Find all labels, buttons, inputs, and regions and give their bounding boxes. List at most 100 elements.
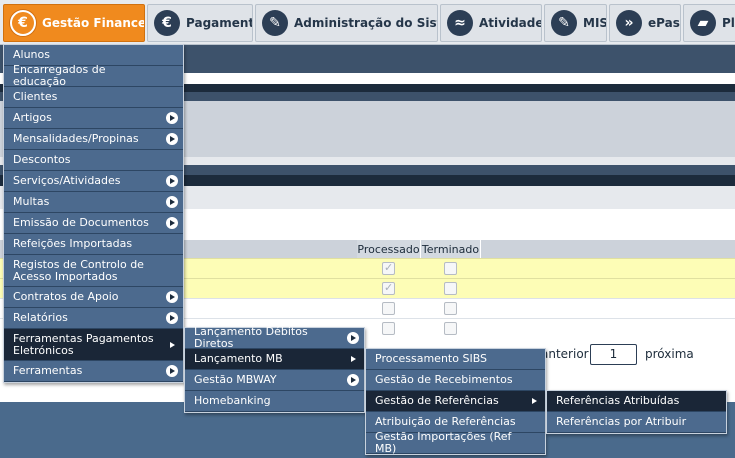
- page-number-input[interactable]: 1: [590, 344, 637, 365]
- menu-item-referencias-por-atribuir[interactable]: Referências por Atribuir: [547, 412, 726, 433]
- menu-item-label: Gestão de Referências: [375, 394, 499, 407]
- menu-item-label: Processamento SIBS: [375, 352, 488, 365]
- submenu-arrow-icon: [166, 175, 178, 187]
- tab-administracao[interactable]: ✎ Administração do Sistema: [255, 4, 438, 42]
- terminado-checkbox: [444, 262, 457, 275]
- submenu-arrow-icon: [166, 365, 178, 377]
- tab-label: MISI: [583, 16, 606, 30]
- menu-item-debitos-diretos[interactable]: Lançamento Débitos Diretos: [185, 325, 364, 350]
- terminado-checkbox: [444, 322, 457, 335]
- menu-item-label: Gestão Importações (Ref MB): [375, 430, 512, 455]
- menu-item-registos-controlo[interactable]: Registos de Controlo de Acesso Importado…: [4, 255, 183, 287]
- menu-item-emissao-documentos[interactable]: Emissão de Documentos: [4, 213, 183, 234]
- top-navigation: € Gestão Financeira € Pagamentos ✎ Admin…: [0, 0, 735, 45]
- menu-item-gestao-importacoes[interactable]: Gestão Importações (Ref MB): [366, 430, 545, 455]
- tab-atividades[interactable]: ≈ Atividades: [440, 4, 542, 42]
- gestao-financeira-menu: Alunos Encarregados de educação Clientes…: [3, 44, 184, 383]
- menu-item-label: Emissão de Documentos: [13, 216, 149, 229]
- menu-item-homebanking[interactable]: Homebanking: [185, 391, 364, 412]
- menu-item-relatorios[interactable]: Relatórios: [4, 308, 183, 329]
- admin-icon: ✎: [551, 10, 577, 36]
- pager-next-link[interactable]: próxima: [645, 347, 694, 361]
- menu-item-label: Alunos: [13, 48, 50, 61]
- menu-item-encarregados[interactable]: Encarregados de educação: [4, 63, 183, 88]
- pager-previous-link[interactable]: anterior: [541, 347, 589, 361]
- menu-item-label: Registos de Controlo de Acesso Importado…: [13, 257, 144, 283]
- menu-item-label: Referências por Atribuir: [556, 415, 687, 428]
- menu-item-multas[interactable]: Multas: [4, 192, 183, 213]
- tab-planos[interactable]: ▰ Pla: [683, 4, 735, 42]
- gestao-referencias-submenu: Referências Atribuídas Referências por A…: [546, 390, 727, 434]
- epass-icon: »: [616, 10, 642, 36]
- menu-item-label: Mensalidades/Propinas: [13, 132, 139, 145]
- menu-item-label: Lançamento Débitos Diretos: [194, 325, 308, 350]
- book-icon: ▰: [690, 10, 716, 36]
- menu-item-label: Ferramentas Pagamentos Eletrónicos: [13, 331, 154, 357]
- submenu-arrow-icon: [166, 217, 178, 229]
- tab-epass[interactable]: » ePass: [609, 4, 681, 42]
- submenu-arrow-icon: [347, 332, 359, 344]
- euro-icon: €: [10, 10, 36, 36]
- menu-item-label: Multas: [13, 195, 50, 208]
- menu-item-mensalidades[interactable]: Mensalidades/Propinas: [4, 129, 183, 150]
- tab-label: Pla: [722, 16, 735, 30]
- menu-item-label: Homebanking: [194, 394, 271, 407]
- processado-checkbox: [382, 322, 395, 335]
- submenu-arrow-icon: [347, 353, 359, 365]
- menu-item-referencias-atribuidas[interactable]: Referências Atribuídas: [547, 391, 726, 412]
- terminado-checkbox: [444, 282, 457, 295]
- menu-item-refeicoes[interactable]: Refeições Importadas: [4, 234, 183, 255]
- processado-checkbox: [382, 302, 395, 315]
- submenu-arrow-icon: [166, 133, 178, 145]
- menu-item-label: Refeições Importadas: [13, 237, 133, 250]
- submenu-arrow-icon: [166, 339, 178, 351]
- tab-misi[interactable]: ✎ MISI: [544, 4, 607, 42]
- menu-item-label: Referências Atribuídas: [556, 394, 680, 407]
- menu-item-artigos[interactable]: Artigos: [4, 108, 183, 129]
- menu-item-ferramentas-pagamentos[interactable]: Ferramentas Pagamentos Eletrónicos: [4, 329, 183, 361]
- submenu-arrow-icon: [528, 395, 540, 407]
- processado-checkbox: [382, 261, 395, 275]
- tab-label: ePass: [648, 16, 680, 30]
- menu-item-ferramentas[interactable]: Ferramentas: [4, 361, 183, 382]
- tab-label: Pagamentos: [186, 16, 252, 30]
- menu-item-label: Ferramentas: [13, 364, 83, 377]
- menu-item-label: Serviços/Atividades: [13, 174, 121, 187]
- menu-item-processamento-sibs[interactable]: Processamento SIBS: [366, 349, 545, 370]
- column-header-processado[interactable]: Processado: [357, 240, 421, 258]
- menu-item-clientes[interactable]: Clientes: [4, 87, 183, 108]
- admin-icon: ✎: [262, 10, 288, 36]
- menu-item-gestao-mbway[interactable]: Gestão MBWAY: [185, 370, 364, 391]
- menu-item-gestao-recebimentos[interactable]: Gestão de Recebimentos: [366, 370, 545, 391]
- menu-item-label: Contratos de Apoio: [13, 290, 119, 303]
- processado-checkbox: [382, 281, 395, 295]
- tab-label: Gestão Financeira: [42, 16, 145, 30]
- menu-item-label: Descontos: [13, 153, 71, 166]
- menu-item-descontos[interactable]: Descontos: [4, 150, 183, 171]
- lancamento-mb-submenu: Processamento SIBS Gestão de Recebimento…: [365, 348, 546, 455]
- submenu-arrow-icon: [166, 112, 178, 124]
- tab-gestao-financeira[interactable]: € Gestão Financeira: [3, 4, 145, 42]
- tab-label: Administração do Sistema: [294, 16, 437, 30]
- menu-item-gestao-referencias[interactable]: Gestão de Referências: [366, 391, 545, 412]
- submenu-arrow-icon: [166, 312, 178, 324]
- menu-item-label: Gestão de Recebimentos: [375, 373, 513, 386]
- euro-icon: €: [154, 10, 180, 36]
- menu-item-lancamento-mb[interactable]: Lançamento MB: [185, 349, 364, 370]
- menu-item-servicos[interactable]: Serviços/Atividades: [4, 171, 183, 192]
- ferramentas-pagamentos-submenu: Lançamento Débitos Diretos Lançamento MB…: [184, 325, 365, 413]
- menu-item-label: Encarregados de educação: [13, 63, 106, 88]
- submenu-arrow-icon: [166, 291, 178, 303]
- menu-item-label: Atribuição de Referências: [375, 415, 516, 428]
- menu-item-label: Relatórios: [13, 311, 68, 324]
- terminado-checkbox: [444, 302, 457, 315]
- menu-item-label: Clientes: [13, 90, 58, 103]
- menu-item-label: Lançamento MB: [194, 352, 283, 365]
- tab-label: Atividades: [479, 16, 541, 30]
- menu-item-contratos-apoio[interactable]: Contratos de Apoio: [4, 287, 183, 308]
- column-header-terminado[interactable]: Terminado: [421, 240, 481, 258]
- tab-pagamentos[interactable]: € Pagamentos: [147, 4, 253, 42]
- submenu-arrow-icon: [166, 196, 178, 208]
- menu-item-label: Artigos: [13, 111, 52, 124]
- submenu-arrow-icon: [347, 374, 359, 386]
